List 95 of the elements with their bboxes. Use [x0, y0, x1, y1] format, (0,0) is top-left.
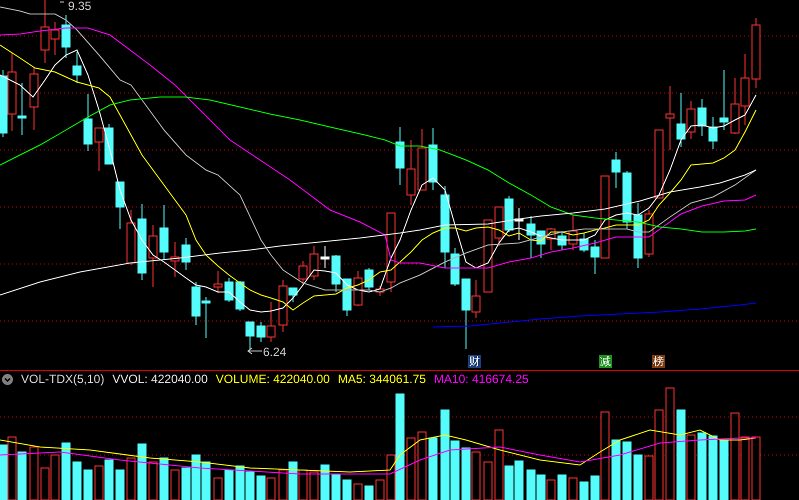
candlestick [686, 100, 696, 140]
volume-bar [72, 462, 82, 500]
candlestick [376, 286, 384, 296]
volume-bar [138, 444, 146, 500]
event-marker[interactable]: 榜 [652, 355, 665, 368]
candlestick [364, 268, 374, 290]
volume-bar [256, 476, 266, 500]
candlestick [214, 270, 222, 294]
candlestick [332, 254, 340, 292]
indicator-name: VOL-TDX(5,10) [21, 372, 104, 386]
volume-bar [182, 468, 190, 500]
volume-bar [558, 474, 566, 500]
high-price-label: 9.35 [68, 0, 92, 12]
volume-bar [224, 470, 234, 500]
candlestick [396, 126, 404, 186]
volume-bar [342, 480, 352, 500]
candlestick [698, 98, 706, 136]
candlestick [192, 282, 200, 326]
volume-bar [622, 442, 632, 500]
volume-bar [320, 464, 330, 500]
candlestick [30, 66, 38, 130]
collapse-icon[interactable] [2, 374, 13, 384]
candlestick [320, 246, 330, 268]
volume-bar [580, 482, 588, 500]
event-marker[interactable]: 财 [468, 355, 481, 368]
candlestick [654, 130, 664, 198]
candlestick [160, 204, 168, 260]
candlestick [84, 94, 92, 152]
leader-line [247, 348, 262, 354]
volume-bar [332, 474, 340, 500]
candlestick [666, 86, 674, 150]
candlestick [708, 116, 718, 150]
candlestick [182, 238, 190, 270]
candlestick [428, 128, 438, 190]
candlestick [740, 54, 750, 126]
volume-bar [116, 470, 124, 500]
volume-bar [428, 438, 438, 500]
volume-bar [720, 440, 728, 500]
candlestick [622, 170, 632, 230]
candlestick [224, 278, 234, 302]
candlestick [730, 78, 740, 134]
volume-bar [192, 454, 200, 500]
volume-bar [364, 486, 374, 500]
candlestick [568, 214, 578, 250]
volume-bar [84, 470, 92, 500]
volume-bar [62, 442, 70, 500]
volume-bar [18, 452, 26, 500]
volume-bar [526, 470, 536, 500]
volume-bar [104, 460, 114, 500]
candlestick [558, 230, 566, 250]
legend-value: VOLUME: 422040.00 [216, 372, 330, 386]
candlestick [342, 278, 352, 316]
candlestick [170, 242, 180, 278]
volume-bar [708, 436, 718, 500]
candlestick [676, 92, 686, 148]
candlestick [298, 260, 308, 286]
candlestick [354, 270, 362, 306]
volume-bar [202, 462, 210, 500]
candlestick [236, 280, 244, 312]
candlestick [494, 206, 504, 246]
volume-bar [288, 462, 298, 500]
candlestick [62, 14, 70, 58]
candlestick [752, 18, 760, 88]
volume-bar [246, 472, 254, 500]
candlestick [612, 152, 620, 188]
candlestick [116, 182, 124, 230]
candlestick [104, 124, 114, 164]
volume-bar [236, 466, 244, 500]
candlestick [418, 128, 426, 190]
candlestick [148, 224, 158, 288]
low-price-label: 6.24 [263, 346, 286, 358]
legend-value: MA5: 344061.75 [338, 372, 426, 386]
candlestick [246, 322, 254, 350]
candlestick [310, 246, 318, 280]
candlestick [504, 196, 514, 232]
candlestick [546, 228, 556, 250]
candlestick [514, 208, 524, 240]
volume-bar [514, 460, 524, 500]
candlestick [202, 296, 210, 338]
candlestick [72, 52, 82, 84]
volume-bar [462, 448, 470, 500]
event-marker[interactable]: 减 [599, 355, 612, 368]
candlestick [94, 128, 104, 172]
legend-value: MA10: 416674.25 [434, 372, 529, 386]
volume-bar [160, 458, 168, 500]
volume-bar [612, 440, 620, 500]
volume-bar [698, 432, 706, 500]
legend-value: VVOL: 422040.00 [112, 372, 208, 386]
volume-bar [536, 474, 546, 500]
candlestick [720, 70, 728, 130]
candlestick [580, 232, 588, 252]
candlestick [126, 210, 136, 266]
candlestick [634, 202, 642, 268]
candlestick [406, 140, 416, 206]
volume-bar [634, 454, 642, 500]
